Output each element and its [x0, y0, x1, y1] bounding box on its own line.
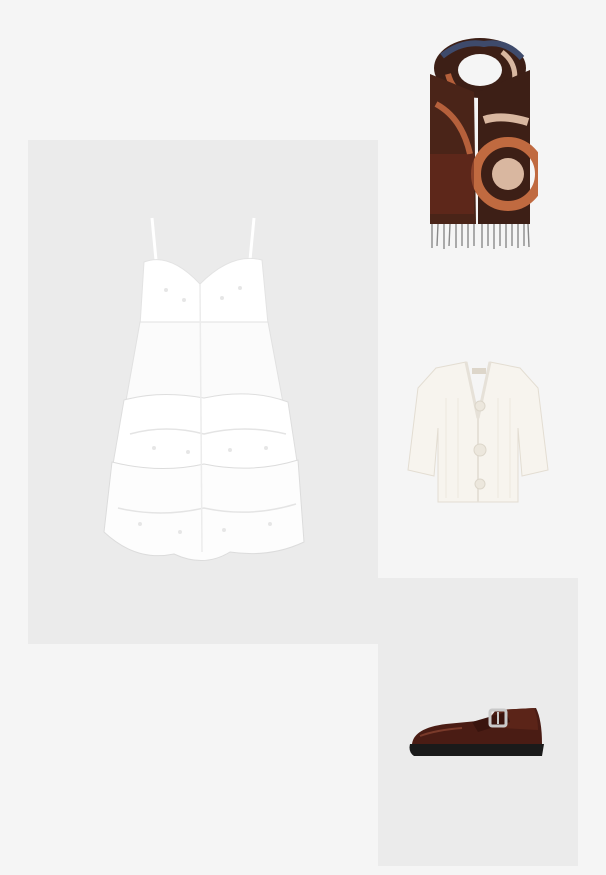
outfit-canvas	[0, 0, 606, 875]
dress-image[interactable]	[100, 212, 306, 574]
scarf-image[interactable]	[422, 34, 538, 252]
dress-illustration	[103, 217, 305, 561]
cardigan-illustration	[407, 361, 549, 503]
shoe-image[interactable]	[406, 700, 548, 762]
scarf-illustration	[430, 38, 538, 249]
cardigan-image[interactable]	[406, 358, 550, 506]
shoe-illustration	[409, 708, 544, 756]
